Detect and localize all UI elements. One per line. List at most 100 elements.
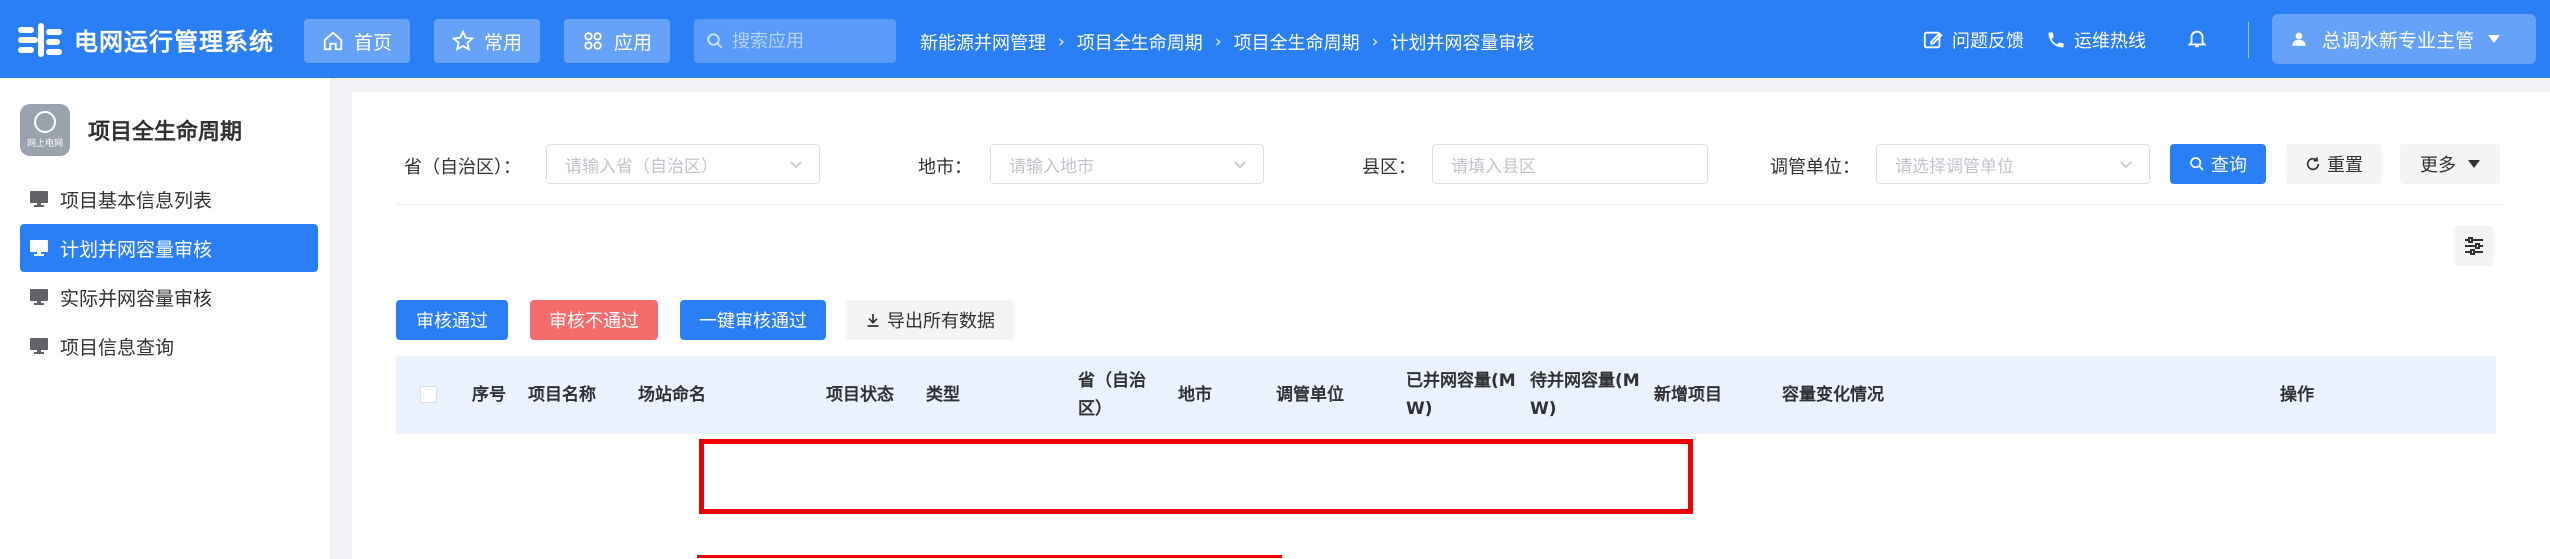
col-header-province-line2: 区）	[1078, 399, 1112, 419]
more-filters-label: 更多	[2420, 155, 2456, 176]
col-header-connected-line2: W)	[1406, 399, 1433, 419]
query-button[interactable]: 查询	[2170, 144, 2266, 184]
refresh-icon	[2306, 157, 2320, 171]
hotline-link[interactable]: 运维热线	[2046, 27, 2146, 53]
chevron-down-icon	[1234, 161, 1246, 169]
col-header-capacity-change: 容量变化情况	[1782, 385, 1884, 405]
col-header-city: 地市	[1178, 385, 1212, 405]
search-icon	[707, 33, 723, 49]
star-icon	[452, 30, 474, 52]
sidebar-item-label: 项目基本信息列表	[60, 189, 213, 212]
user-name: 总调水新专业主管	[2322, 29, 2475, 52]
breadcrumb-item[interactable]: 项目全生命周期	[1077, 29, 1203, 55]
county-filter-label: 县区：	[1362, 157, 1416, 178]
app-title: 电网运行管理系统	[74, 28, 274, 56]
col-header-name: 项目名称	[528, 385, 596, 405]
query-button-label: 查询	[2211, 155, 2247, 176]
feedback-link[interactable]: 问题反馈	[1922, 27, 2024, 53]
breadcrumb-item[interactable]: 项目全生命周期	[1234, 29, 1360, 55]
app-logo[interactable]: 电网运行管理系统	[18, 22, 274, 57]
unit-select-placeholder: 请选择调管单位	[1895, 156, 2014, 177]
apps-icon	[584, 32, 602, 50]
bell-icon	[2187, 30, 2207, 48]
col-header-province-line1: 省（自治	[1078, 371, 1146, 391]
sidebar-item-project-query[interactable]: 项目信息查询	[20, 322, 318, 370]
col-header-station: 场站命名	[638, 385, 706, 405]
more-filters-button[interactable]: 更多	[2400, 144, 2500, 184]
breadcrumb-item[interactable]: 新能源并网管理	[920, 29, 1046, 55]
edit-icon	[1923, 31, 1943, 49]
search-icon	[2190, 157, 2204, 171]
sidebar-item-planned-capacity-review[interactable]: 计划并网容量审核	[20, 224, 318, 272]
column-settings-button[interactable]	[2454, 226, 2494, 266]
reset-button-label: 重置	[2327, 155, 2363, 176]
select-all-checkbox[interactable]	[420, 386, 437, 403]
feedback-label: 问题反馈	[1952, 31, 2024, 52]
approve-all-button[interactable]: 一键审核通过	[680, 300, 826, 340]
nav-apps-button[interactable]: 应用	[564, 19, 671, 63]
filter-divider	[396, 204, 2502, 205]
col-header-pending-line1: 待并网容量(M	[1530, 371, 1640, 391]
export-all-button-label: 导出所有数据	[887, 311, 995, 332]
nav-home-label: 首页	[354, 31, 393, 54]
province-filter-label: 省（自治区）：	[404, 157, 521, 178]
header-divider	[2248, 22, 2249, 58]
sidebar-item-actual-capacity-review[interactable]: 实际并网容量审核	[20, 273, 318, 321]
col-header-connected-capacity: 已并网容量(M W)	[1406, 367, 1516, 423]
approve-button-label: 审核通过	[416, 311, 488, 332]
col-header-seq: 序号	[472, 385, 506, 405]
user-icon	[2292, 32, 2306, 46]
col-header-type: 类型	[926, 385, 960, 405]
province-select[interactable]: 请输入省（自治区）	[546, 144, 820, 184]
sliders-icon	[2465, 237, 2483, 255]
export-all-button[interactable]: 导出所有数据	[846, 300, 1014, 340]
col-header-status: 项目状态	[826, 385, 894, 405]
table-header: 序号 项目名称 场站命名 项目状态 类型 省（自治 区） 地市 调管单位 已并网…	[396, 356, 2496, 434]
sidebar-item-label: 项目信息查询	[60, 336, 175, 359]
reset-button[interactable]: 重置	[2286, 144, 2382, 184]
county-input[interactable]: 请填入县区	[1432, 144, 1708, 184]
chevron-right-icon: ›	[1371, 32, 1379, 52]
approve-all-button-label: 一键审核通过	[699, 311, 807, 332]
unit-select[interactable]: 请选择调管单位	[1876, 144, 2150, 184]
nav-apps-label: 应用	[614, 31, 653, 54]
sidebar-item-label: 计划并网容量审核	[60, 238, 213, 261]
sidebar-item-label: 实际并网容量审核	[60, 287, 213, 310]
col-header-unit: 调管单位	[1276, 385, 1344, 405]
highlight-box	[699, 439, 1693, 514]
reject-button-label: 审核不通过	[549, 311, 639, 332]
monitor-icon	[30, 191, 48, 207]
chevron-down-icon	[2120, 161, 2132, 169]
app-search-box[interactable]	[694, 19, 896, 63]
monitor-icon	[30, 338, 48, 354]
sidebar-item-project-list[interactable]: 项目基本信息列表	[20, 175, 318, 223]
chevron-right-icon: ›	[1058, 32, 1065, 52]
home-icon	[323, 31, 343, 51]
caret-down-icon	[2468, 160, 2480, 168]
chevron-right-icon: ›	[1214, 32, 1222, 52]
app-search-input[interactable]	[732, 30, 882, 52]
chevron-down-icon	[790, 161, 802, 169]
phone-icon	[2048, 32, 2064, 48]
notifications-button[interactable]	[2186, 27, 2216, 49]
city-select[interactable]: 请输入地市	[990, 144, 1264, 184]
module-header: 网上电网 项目全生命周期	[20, 104, 242, 156]
city-select-placeholder: 请输入地市	[1009, 156, 1094, 177]
user-menu-button[interactable]: 总调水新专业主管	[2272, 14, 2536, 64]
nav-favorites-label: 常用	[484, 31, 523, 54]
module-icon-text: 网上电网	[26, 139, 63, 149]
approve-button[interactable]: 审核通过	[396, 300, 508, 340]
col-header-operations: 操作	[2280, 385, 2314, 405]
sidebar: 网上电网 项目全生命周期 项目基本信息列表 计划并网容量审核 实际并网容量审核 …	[0, 78, 330, 559]
breadcrumb-current: 计划并网容量审核	[1390, 33, 1535, 54]
breadcrumb: 新能源并网管理 › 项目全生命周期 › 项目全生命周期 › 计划并网容量审核	[920, 29, 1534, 55]
nav-home-button[interactable]: 首页	[304, 19, 411, 63]
monitor-icon	[30, 289, 48, 305]
top-header: 电网运行管理系统 首页 常用 应用 新能源并网管理 › 项目全生命周期 › 项目…	[0, 0, 2550, 78]
col-header-pending-line2: W)	[1530, 399, 1557, 419]
caret-down-icon	[2488, 35, 2501, 43]
nav-favorites-button[interactable]: 常用	[434, 19, 541, 63]
hotline-label: 运维热线	[2074, 31, 2146, 52]
reject-button[interactable]: 审核不通过	[530, 300, 658, 340]
logo-icon	[18, 22, 62, 57]
